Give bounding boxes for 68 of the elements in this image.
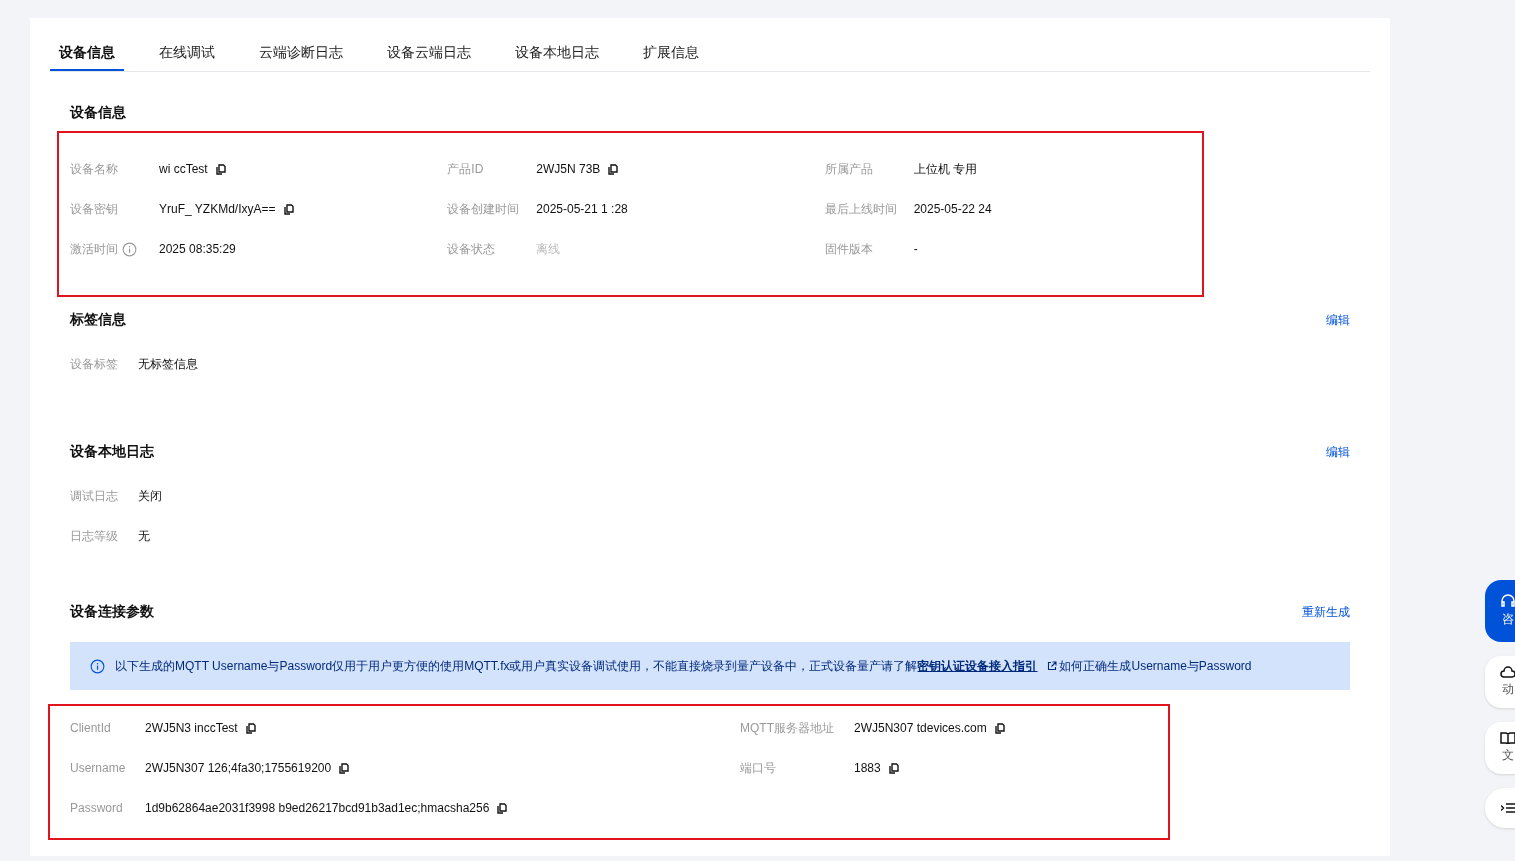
- field-label: Username: [70, 760, 127, 777]
- float-button[interactable]: 动: [1485, 656, 1515, 708]
- copy-icon[interactable]: [283, 203, 294, 215]
- field-value: 2WJ5N 73B: [536, 161, 601, 178]
- copy-icon[interactable]: [497, 802, 508, 814]
- cloud-icon: [1500, 666, 1515, 678]
- field-value: 2025 08:35:29: [159, 241, 236, 258]
- headset-icon: [1500, 594, 1515, 608]
- section-action-link[interactable]: 重新生成: [1302, 602, 1350, 621]
- field-value: 2WJ5N3 inccTest: [145, 720, 238, 737]
- field-label: 产品ID: [447, 161, 484, 178]
- field-label: Password: [70, 800, 124, 817]
- guide-link[interactable]: 密钥认证设备接入指引: [917, 657, 1038, 675]
- section-title: 标签信息: [70, 310, 126, 329]
- field-label: 日志等级: [70, 528, 119, 545]
- external-link-icon: [1047, 661, 1058, 671]
- tab[interactable]: 扩展信息: [634, 42, 708, 71]
- section-action-link[interactable]: 编辑: [1326, 310, 1350, 329]
- section-title: 设备连接参数: [70, 602, 154, 621]
- field-value: 2WJ5N307 tdevices.com: [854, 720, 987, 737]
- field-value: wi ccTest: [159, 161, 208, 178]
- section-title: 设备本地日志: [70, 442, 154, 461]
- field-label: 设备名称: [70, 161, 118, 178]
- book-icon: [1500, 732, 1515, 744]
- copy-icon[interactable]: [215, 163, 226, 175]
- field-value: 2WJ5N307 126;4fa30;1755619200: [145, 760, 332, 777]
- section-action-link[interactable]: 编辑: [1326, 442, 1350, 461]
- field-value: 1d9b62864ae2031f3998 b9ed26217bcd91b3ad1ec;hmacsha256: [145, 800, 490, 817]
- field-value: 2025-05-21 1 :28: [536, 201, 628, 218]
- field-value: 无: [138, 528, 150, 545]
- tab[interactable]: 在线调试: [150, 42, 224, 71]
- field-value: 离线: [536, 241, 561, 258]
- copy-icon[interactable]: [608, 163, 619, 175]
- float-button[interactable]: 文: [1485, 722, 1515, 774]
- section-title: 设备信息: [70, 103, 126, 122]
- field-value: -: [913, 241, 918, 258]
- tab[interactable]: 云端诊断日志: [250, 42, 352, 71]
- info-icon: [122, 241, 137, 257]
- field-label: 激活时间: [70, 241, 118, 258]
- outline-toggle-button[interactable]: [1485, 788, 1515, 828]
- field-label: 最后上线时间: [824, 201, 897, 218]
- notice-text: 以下生成的MQTT Username与Password仅用于用户更方便的使用MQTT.fx或用户真实设备调试使用，不能直接烧录到量产设备中，正式设备量产请了解: [115, 658, 918, 675]
- info-icon: [90, 658, 105, 674]
- field-label: 端口号: [740, 760, 777, 777]
- copy-icon[interactable]: [994, 722, 1005, 734]
- tab[interactable]: 设备云端日志: [378, 42, 480, 71]
- field-value: 无标签信息: [138, 356, 198, 373]
- field-label: 所属产品: [824, 161, 873, 178]
- consult-button[interactable]: 咨: [1485, 580, 1515, 642]
- field-value: 关闭: [138, 488, 162, 505]
- field-label: 固件版本: [824, 241, 873, 258]
- field-label: 设备状态: [447, 241, 496, 258]
- tab[interactable]: 设备本地日志: [506, 42, 608, 71]
- field-label: ClientId: [70, 720, 112, 737]
- tab[interactable]: 设备信息: [50, 42, 124, 71]
- copy-icon[interactable]: [339, 762, 350, 774]
- field-label: 设备创建时间: [447, 201, 520, 218]
- field-value: 1883: [854, 760, 881, 777]
- field-value: 2025-05-22 24: [913, 201, 992, 218]
- list-indent-icon: [1501, 802, 1515, 814]
- copy-icon[interactable]: [245, 722, 256, 734]
- field-label: 调试日志: [70, 488, 119, 505]
- copy-icon[interactable]: [888, 762, 899, 774]
- field-value: YruF_ YZKMd/IxyA==: [159, 201, 276, 218]
- field-label: MQTT服务器地址: [740, 720, 835, 737]
- field-label: 设备标签: [70, 356, 119, 373]
- field-label: 设备密钥: [70, 201, 118, 218]
- field-value: 上位机 专用: [913, 161, 977, 178]
